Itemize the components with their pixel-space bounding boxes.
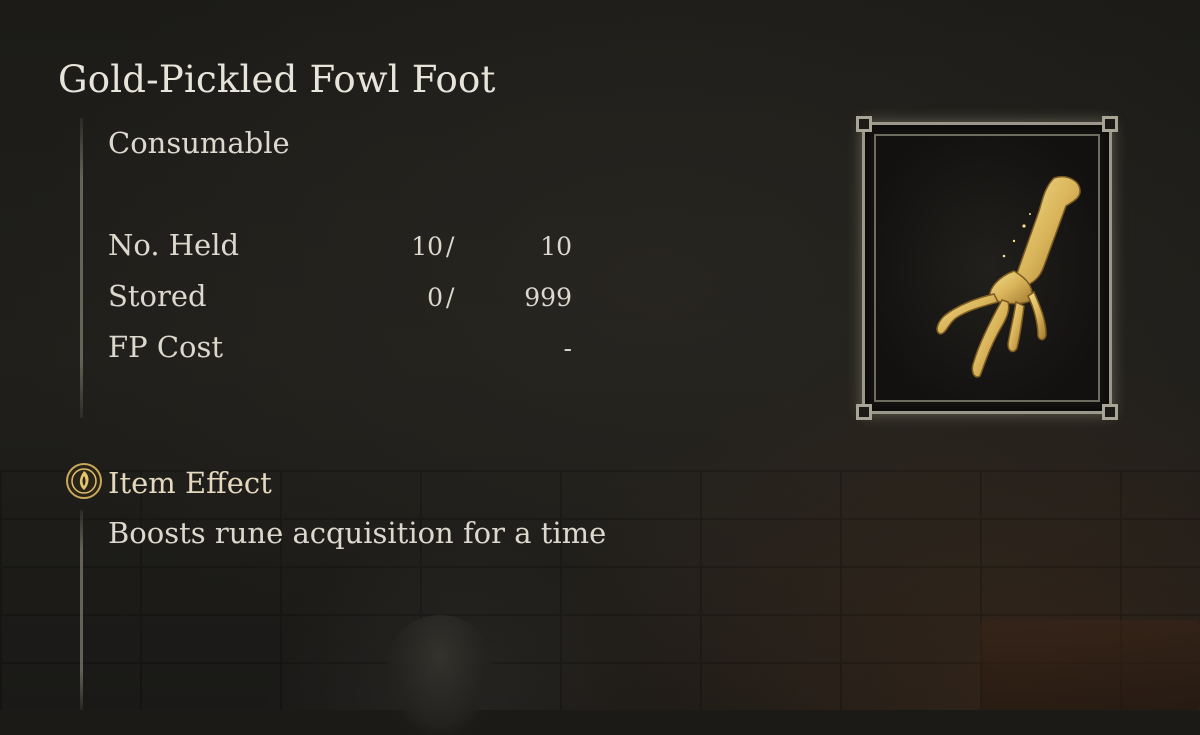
- divider-line-effect: [80, 510, 83, 710]
- stat-max: 999: [524, 283, 572, 312]
- frame-corner: [856, 404, 872, 420]
- divider-line-stats: [80, 118, 83, 418]
- stat-max: -: [563, 334, 572, 363]
- item-image-well: [874, 134, 1100, 402]
- frame-corner: [1102, 116, 1118, 132]
- frame-corner: [856, 116, 872, 132]
- item-effect-text: Boosts rune acquisition for a time: [108, 516, 607, 550]
- stat-max: 10: [540, 232, 572, 261]
- stat-row-held: No. Held 10 / 10: [108, 228, 588, 268]
- item-image-frame: [856, 116, 1118, 420]
- background-chest: [980, 620, 1200, 710]
- stat-slash: /: [446, 232, 455, 261]
- item-effect-title: Item Effect: [108, 466, 272, 500]
- stat-current: 10: [411, 232, 443, 261]
- stat-row-fp-cost: FP Cost -: [108, 330, 588, 370]
- stat-label: No. Held: [108, 228, 240, 262]
- fowl-foot-icon: [936, 176, 1081, 378]
- stat-label: Stored: [108, 279, 207, 313]
- item-category: Consumable: [108, 126, 290, 160]
- background-hooded-figure: [385, 615, 495, 735]
- item-name: Gold-Pickled Fowl Foot: [58, 58, 496, 101]
- stat-current: 0: [427, 283, 443, 312]
- stat-row-stored: Stored 0 / 999: [108, 279, 588, 319]
- item-effect-icon: [65, 462, 103, 500]
- stat-slash: /: [446, 283, 455, 312]
- stat-label: FP Cost: [108, 330, 224, 364]
- frame-corner: [1102, 404, 1118, 420]
